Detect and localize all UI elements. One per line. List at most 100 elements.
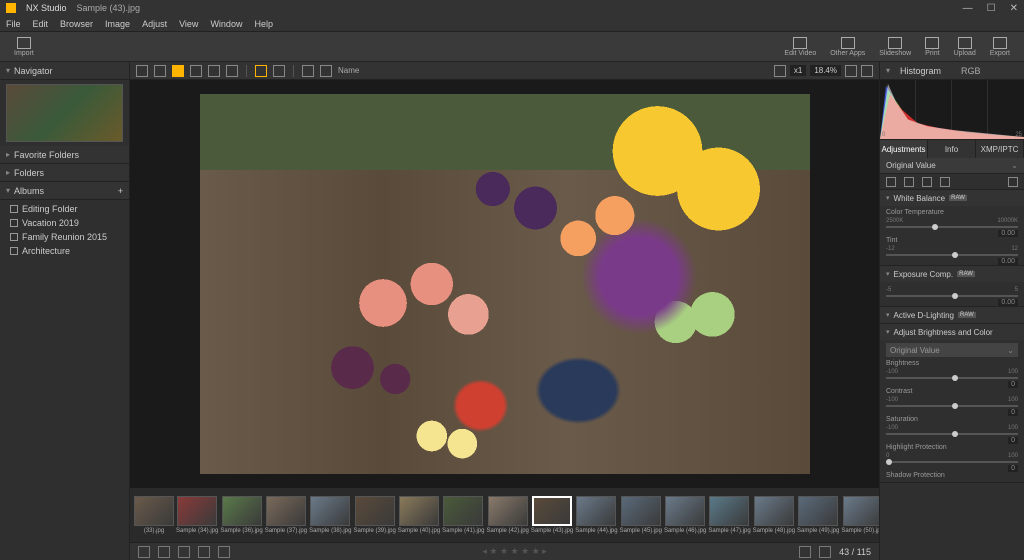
menu-file[interactable]: File (6, 19, 21, 29)
filmstrip-item[interactable]: Sample (46).jpg (664, 496, 706, 534)
view-single-icon[interactable] (172, 65, 184, 77)
next-icon[interactable] (819, 546, 831, 558)
filmstrip-thumb[interactable] (576, 496, 616, 526)
original-value-select[interactable]: Original Value⌄ (880, 158, 1024, 174)
eyedropper-icon[interactable] (886, 177, 896, 187)
info-icon[interactable] (218, 546, 230, 558)
other-apps-button[interactable]: Other Apps (824, 37, 871, 57)
filmstrip-thumb[interactable] (709, 496, 749, 526)
bc-preset-select[interactable]: Original Value⌄ (886, 343, 1018, 357)
upload-button[interactable]: Upload (948, 37, 982, 57)
close-button[interactable]: ✕ (1010, 3, 1018, 14)
histogram-header[interactable]: Histogram RGB (880, 62, 1024, 80)
sort-label[interactable]: Name (338, 66, 359, 75)
filmstrip-thumb[interactable] (355, 496, 395, 526)
tag-icon[interactable] (138, 546, 150, 558)
filmstrip-thumb[interactable] (177, 496, 217, 526)
album-item[interactable]: Family Reunion 2015 (0, 230, 129, 244)
filmstrip-thumb[interactable] (266, 496, 306, 526)
histogram-mini-icon[interactable] (198, 546, 210, 558)
maximize-button[interactable]: ☐ (987, 3, 996, 14)
menu-edit[interactable]: Edit (33, 19, 49, 29)
exposure-header[interactable]: Exposure Comp.RAW (880, 266, 1024, 282)
highlight-protection-slider[interactable]: 01000 (886, 453, 1018, 463)
filmstrip-thumb[interactable] (621, 496, 661, 526)
sort-icon[interactable] (320, 65, 332, 77)
fit-icon[interactable] (255, 65, 267, 77)
tint-slider[interactable]: -1212 0.00 (886, 246, 1018, 256)
filmstrip-item[interactable]: Sample (49).jpg (797, 496, 839, 534)
filmstrip-item[interactable]: Sample (40).jpg (398, 496, 440, 534)
gear-icon[interactable] (1008, 177, 1018, 187)
rating-stars[interactable]: ◂ ★ ★ ★ ★ ★ ▸ (482, 546, 546, 557)
slideshow-button[interactable]: Slideshow (873, 37, 917, 57)
filter-icon[interactable] (302, 65, 314, 77)
filmstrip-thumb[interactable] (222, 496, 262, 526)
view-before-after-icon[interactable] (226, 65, 238, 77)
brightness-slider[interactable]: -1001000 (886, 369, 1018, 379)
view-list-icon[interactable] (154, 65, 166, 77)
crop-icon[interactable] (904, 177, 914, 187)
favorite-folders-header[interactable]: Favorite Folders (0, 146, 129, 164)
menu-view[interactable]: View (179, 19, 198, 29)
fullscreen-icon[interactable] (273, 65, 285, 77)
filmstrip-item[interactable]: Sample (44).jpg (575, 496, 617, 534)
filmstrip-thumb[interactable] (399, 496, 439, 526)
zoom-mode[interactable]: x1 (790, 65, 806, 76)
tab-adjustments[interactable]: Adjustments (880, 140, 928, 158)
filmstrip-item[interactable]: Sample (39).jpg (353, 496, 395, 534)
filmstrip-item[interactable]: Sample (43).jpg (531, 496, 573, 534)
straighten-icon[interactable] (922, 177, 932, 187)
filmstrip-item[interactable]: Sample (50).jpg (841, 496, 879, 534)
saturation-slider[interactable]: -1001000 (886, 425, 1018, 435)
filmstrip-thumb[interactable] (843, 496, 879, 526)
filmstrip-item[interactable]: Sample (48).jpg (753, 496, 795, 534)
view-grid-icon[interactable] (136, 65, 148, 77)
filmstrip-item[interactable]: Sample (37).jpg (265, 496, 307, 534)
folders-header[interactable]: Folders (0, 164, 129, 182)
menu-browser[interactable]: Browser (60, 19, 93, 29)
album-item[interactable]: Vacation 2019 (0, 216, 129, 230)
navigator-thumb[interactable] (6, 84, 123, 142)
filmstrip-item[interactable]: Sample (36).jpg (220, 496, 262, 534)
zoom-out-icon[interactable] (845, 65, 857, 77)
tab-info[interactable]: Info (928, 140, 976, 158)
tab-xmp-iptc[interactable]: XMP/IPTC (976, 140, 1024, 158)
filmstrip-thumb[interactable] (798, 496, 838, 526)
filmstrip-thumb[interactable] (665, 496, 705, 526)
menu-help[interactable]: Help (254, 19, 273, 29)
curve-icon[interactable] (940, 177, 950, 187)
exposure-slider[interactable]: -55 0.00 (886, 287, 1018, 297)
filmstrip-thumb[interactable] (310, 496, 350, 526)
filmstrip-thumb[interactable] (488, 496, 528, 526)
filmstrip-item[interactable]: Sample (34).jpg (176, 496, 218, 534)
rotate-icon[interactable] (178, 546, 190, 558)
filmstrip-thumb[interactable] (532, 496, 572, 526)
menu-window[interactable]: Window (210, 19, 242, 29)
menu-image[interactable]: Image (105, 19, 130, 29)
filmstrip-item[interactable]: Sample (47).jpg (708, 496, 750, 534)
albums-header[interactable]: Albums+ (0, 182, 129, 200)
album-item[interactable]: Editing Folder (0, 202, 129, 216)
view-compare2-icon[interactable] (190, 65, 202, 77)
histogram-mode[interactable]: RGB (961, 66, 981, 76)
filmstrip-item[interactable]: Sample (42).jpg (487, 496, 529, 534)
navigator-header[interactable]: Navigator (0, 62, 129, 80)
prev-icon[interactable] (799, 546, 811, 558)
album-item[interactable]: Architecture (0, 244, 129, 258)
filmstrip-item[interactable]: Sample (45).jpg (620, 496, 662, 534)
export-button[interactable]: Export (984, 37, 1016, 57)
filmstrip-thumb[interactable] (754, 496, 794, 526)
brightness-color-header[interactable]: Adjust Brightness and Color (880, 324, 1024, 340)
zoom-in-icon[interactable] (861, 65, 873, 77)
white-balance-header[interactable]: White BalanceRAW (880, 190, 1024, 206)
image-viewport[interactable] (130, 80, 879, 488)
label-icon[interactable] (158, 546, 170, 558)
filmstrip-item[interactable]: (33).jpg (134, 496, 174, 534)
adl-header[interactable]: Active D-LightingRAW (880, 307, 1024, 323)
add-album-button[interactable]: + (118, 186, 123, 196)
print-button[interactable]: Print (919, 37, 945, 57)
menu-adjust[interactable]: Adjust (142, 19, 167, 29)
color-temperature-slider[interactable]: 2500K10000K 0.00 (886, 218, 1018, 228)
filmstrip-thumb[interactable] (443, 496, 483, 526)
